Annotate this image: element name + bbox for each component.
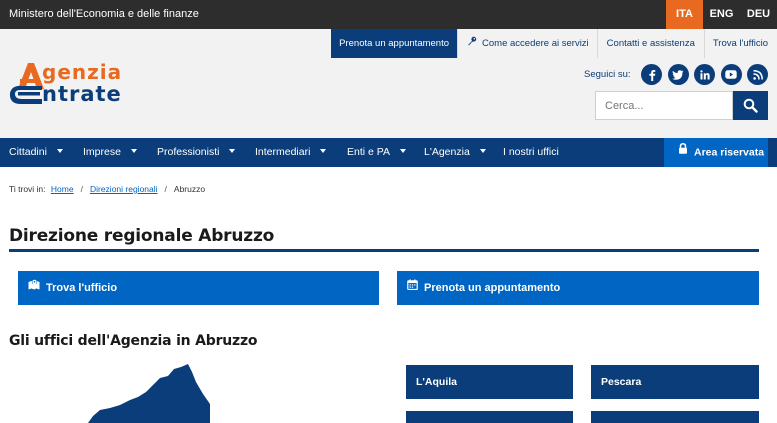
social-links: Seguici su: — [584, 64, 768, 85]
chevron-down-icon — [130, 149, 137, 154]
chevron-down-icon — [479, 149, 486, 154]
office-laquila[interactable]: L'Aquila — [406, 365, 573, 399]
come-accedere-link[interactable]: Come accedere ai servizi — [457, 29, 597, 58]
facebook-icon[interactable] — [641, 64, 662, 85]
breadcrumb: Ti trovi in: Home / Direzioni regionali / Ab… — [9, 184, 205, 194]
main-nav: Cittadini Imprese Professionisti Interme… — [0, 138, 777, 167]
key-icon — [467, 29, 477, 58]
office-card[interactable] — [591, 411, 759, 423]
logo-line-entrate: ntrate — [42, 82, 122, 106]
nav-label: Imprese — [83, 146, 121, 158]
trova-ufficio-label: Trova l'ufficio — [46, 282, 118, 294]
area-riservata-label: Area riservata — [694, 146, 765, 159]
breadcrumb-direzioni[interactable]: Direzioni regionali — [90, 184, 158, 194]
youtube-icon[interactable] — [720, 64, 742, 85]
prenota-appuntamento-label: Prenota un appuntamento — [424, 282, 561, 294]
calendar-icon — [407, 270, 418, 304]
breadcrumb-home[interactable]: Home — [51, 184, 74, 194]
chevron-down-icon — [229, 149, 236, 154]
agenzia-entrate-logo[interactable]: genzia ntrate — [8, 57, 168, 109]
nav-label: Enti e PA — [347, 146, 390, 158]
trova-ufficio-link[interactable]: Trova l'ufficio — [703, 29, 777, 58]
offices-section-title: Gli uffici dell'Agenzia in Abruzzo — [9, 333, 258, 349]
search-icon — [743, 98, 758, 113]
lang-eng[interactable]: ENG — [703, 0, 740, 29]
nav-item-imprese[interactable]: Imprese — [83, 138, 137, 167]
contatti-link[interactable]: Contatti e assistenza — [596, 29, 704, 58]
title-divider — [9, 249, 759, 252]
chevron-down-icon — [320, 149, 327, 154]
search-button[interactable] — [733, 91, 768, 120]
nav-label: Cittadini — [9, 146, 47, 158]
nav-item-intermediari[interactable]: Intermediari — [255, 138, 327, 167]
search-input[interactable] — [595, 91, 733, 120]
chevron-down-icon — [56, 149, 63, 154]
nav-label: Intermediari — [255, 146, 311, 158]
prenota-appuntamento-button[interactable]: Prenota un appuntamento — [397, 271, 759, 305]
lock-icon — [678, 137, 688, 166]
nav-item-cittadini[interactable]: Cittadini — [9, 138, 63, 167]
twitter-icon[interactable] — [667, 64, 689, 85]
linkedin-icon[interactable] — [694, 64, 715, 85]
chevron-down-icon — [400, 149, 406, 154]
nav-item-enti-pa[interactable]: Enti e PA — [347, 138, 406, 167]
prenota-appuntamento-link[interactable]: Prenota un appuntamento — [331, 29, 458, 58]
nav-item-uffici[interactable]: I nostri uffici — [503, 138, 559, 167]
search-form — [595, 91, 768, 120]
map-marker-icon — [28, 270, 40, 304]
nav-label: L'Agenzia — [424, 146, 470, 158]
ministry-link[interactable]: Ministero dell'Economia e delle finanze — [9, 8, 199, 20]
come-accedere-label: Come accedere ai servizi — [482, 38, 589, 49]
breadcrumb-separator: / — [80, 184, 83, 194]
lang-deu[interactable]: DEU — [740, 0, 777, 29]
abruzzo-map[interactable] — [60, 364, 210, 423]
nav-label: Professionisti — [157, 146, 220, 158]
rss-icon[interactable] — [747, 64, 768, 85]
breadcrumb-current: Abruzzo — [173, 184, 206, 194]
site-header: Prenota un appuntamento Come accedere ai… — [0, 29, 777, 138]
office-pescara[interactable]: Pescara — [591, 365, 759, 399]
page-title: Direzione regionale Abruzzo — [9, 226, 275, 246]
nav-item-professionisti[interactable]: Professionisti — [157, 138, 236, 167]
lang-ita[interactable]: ITA — [666, 0, 703, 29]
area-riservata-button[interactable]: Area riservata — [664, 138, 768, 167]
breadcrumb-separator: / — [164, 184, 167, 194]
logo-line-agenzia: genzia — [42, 60, 123, 84]
office-card[interactable] — [406, 411, 573, 423]
social-label: Seguici su: — [584, 69, 631, 80]
breadcrumb-prefix: Ti trovi in: — [9, 184, 46, 194]
trova-ufficio-button[interactable]: Trova l'ufficio — [18, 271, 379, 305]
language-switcher: ITA ENG DEU — [666, 0, 777, 29]
top-bar: Ministero dell'Economia e delle finanze … — [0, 0, 777, 29]
nav-item-agenzia[interactable]: L'Agenzia — [424, 138, 486, 167]
service-nav: Prenota un appuntamento Come accedere ai… — [331, 29, 777, 58]
